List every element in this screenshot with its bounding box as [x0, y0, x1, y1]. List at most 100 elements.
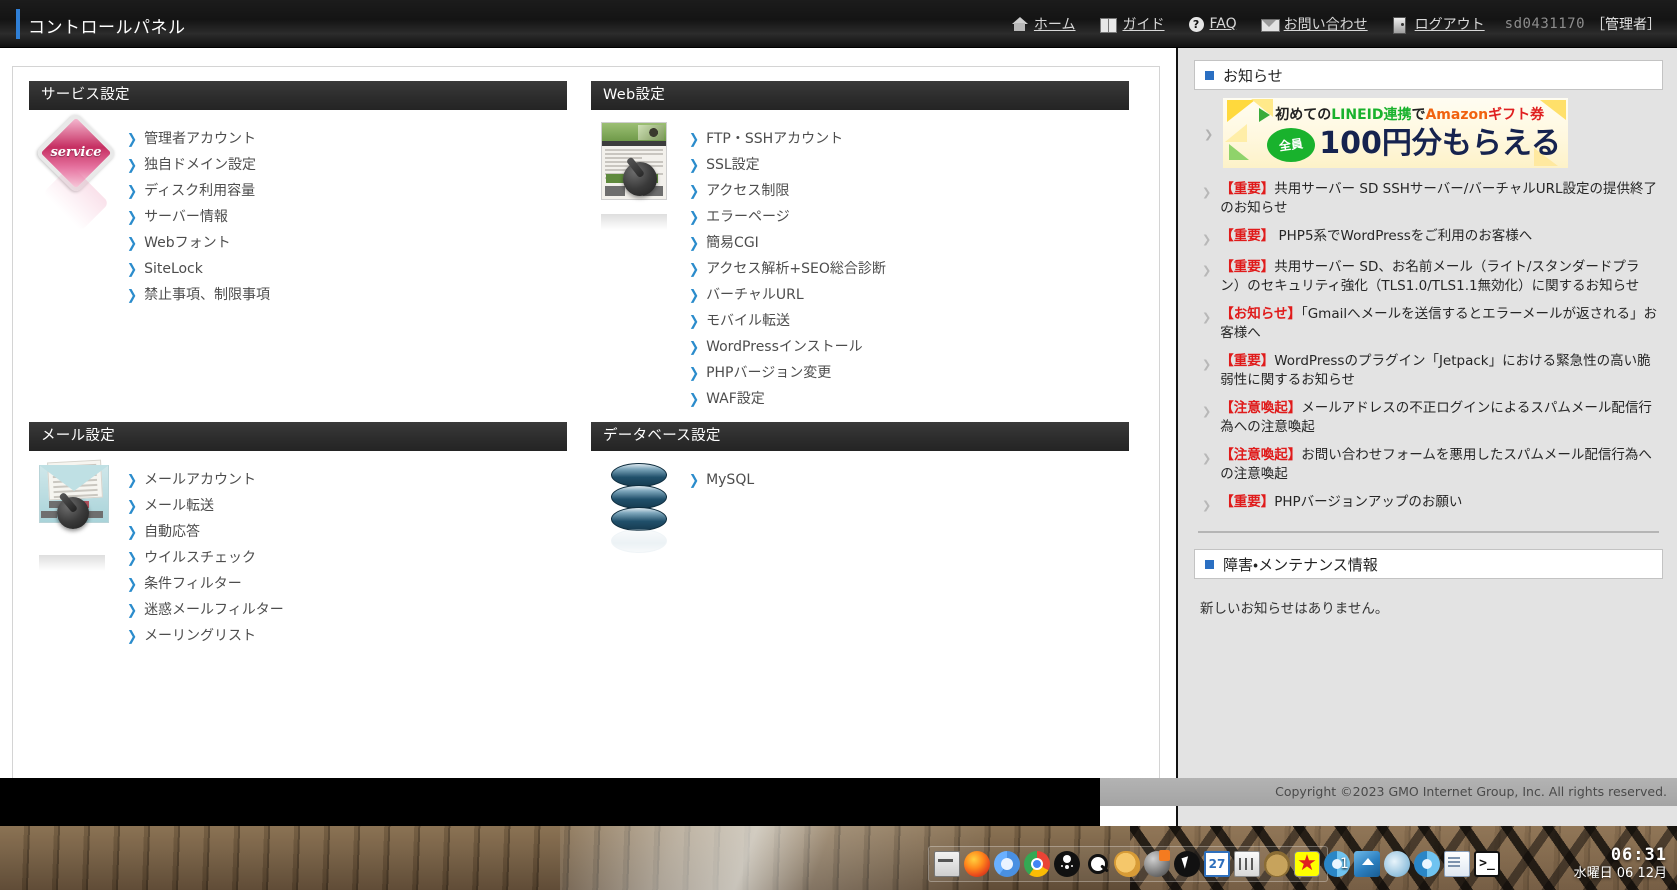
clock-time: 06:31: [1574, 845, 1667, 865]
link-mobile-forward[interactable]: ❯モバイル転送: [689, 308, 886, 334]
firefox-icon[interactable]: [964, 851, 990, 877]
link-label: モバイル転送: [706, 308, 790, 334]
link-label: 管理者アカウント: [144, 126, 256, 152]
news-item[interactable]: ❯【重要】共用サーバー SD SSHサーバー/バーチャルURL設定の提供終了のお…: [1198, 180, 1659, 218]
clock-date: 水曜日 06 12月: [1574, 865, 1667, 882]
shell-icon[interactable]: >_: [1474, 851, 1500, 877]
nav-link-guide[interactable]: ガイド: [1088, 14, 1177, 34]
link-mail-account[interactable]: ❯メールアカウント: [127, 467, 284, 493]
panel-body-web: ❯FTP・SSHアカウント ❯SSL設定 ❯アクセス制限 ❯エラーページ ❯簡易…: [591, 110, 1129, 412]
link-spam-filter[interactable]: ❯迷惑メールフィルター: [127, 597, 284, 623]
panel-body-database: ❯MySQL: [591, 451, 1129, 571]
link-own-domain[interactable]: ❯独自ドメイン設定: [127, 152, 270, 178]
chrome-icon[interactable]: [1024, 851, 1050, 877]
panel-title-database: データベース設定: [591, 422, 1129, 451]
link-label: 独自ドメイン設定: [144, 152, 256, 178]
copyright-bar: Copyright ©2023 GMO Internet Group, Inc.…: [1100, 778, 1677, 806]
link-prohibited[interactable]: ❯ 禁止事項、制限事項: [127, 282, 270, 308]
nav-label-guide: ガイド: [1123, 14, 1165, 34]
link-label: バーチャルURL: [706, 282, 804, 308]
volume-icon[interactable]: [1144, 851, 1170, 877]
news-item[interactable]: ❯【注意喚起】メールアドレスの不正ログインによるスパムメール配信行為への注意喚起: [1198, 399, 1659, 437]
taskbar-dock: 27 >_: [928, 846, 1328, 882]
link-disk-usage[interactable]: ❯ディスク利用容量: [127, 178, 270, 204]
chevron-right-icon: ❯: [1202, 402, 1211, 421]
nav-link-faq[interactable]: ? FAQ: [1177, 16, 1249, 32]
link-access-restriction[interactable]: ❯アクセス制限: [689, 178, 886, 204]
news-item[interactable]: ❯【重要】 PHP5系でWordPressをご利用のお客様へ: [1198, 227, 1659, 249]
panel-body-mail: ❯メールアカウント ❯メール転送 ❯自動応答 ❯ウイルスチェック ❯条件フィルタ…: [29, 451, 567, 649]
news-item[interactable]: ❯【重要】PHPバージョンアップのお願い: [1198, 493, 1659, 515]
link-condition-filter[interactable]: ❯条件フィルター: [127, 571, 284, 597]
news-item[interactable]: ❯【注意喚起】お問い合わせフォームを悪用したスパムメール配信行為への注意喚起: [1198, 446, 1659, 484]
blue-box-icon[interactable]: [1354, 851, 1380, 877]
news-item[interactable]: ❯【お知らせ】「Gmailへメールを送信するとエラーメールが返される」お客様へ: [1198, 305, 1659, 343]
link-auto-reply[interactable]: ❯自動応答: [127, 519, 284, 545]
globe-icon[interactable]: [1414, 851, 1440, 877]
calendar-icon[interactable]: 27: [1204, 851, 1230, 877]
news-item[interactable]: ❯【重要】WordPressのプラグイン「Jetpack」における緊急性の高い脆…: [1198, 352, 1659, 390]
maple-icon[interactable]: [1294, 851, 1320, 877]
banner-text-a: 初めての: [1275, 107, 1331, 123]
news-tag: 【お知らせ】: [1220, 306, 1301, 322]
chevron-right-icon: ❯: [1202, 496, 1211, 515]
link-server-info[interactable]: ❯サーバー情報: [127, 204, 270, 230]
link-analytics-seo[interactable]: ❯アクセス解析+SEO総合診断: [689, 256, 886, 282]
link-wordpress-install[interactable]: ❯WordPressインストール: [689, 334, 886, 360]
gimp-icon[interactable]: [1114, 851, 1140, 877]
workspace-indicator[interactable]: 1: [1340, 855, 1349, 873]
link-ftp-ssh[interactable]: ❯FTP・SSHアカウント: [689, 126, 886, 152]
chevron-right-icon: ❯: [1204, 128, 1213, 141]
chevron-right-icon: ❯: [1202, 261, 1211, 280]
chevron-right-icon: ❯: [1202, 308, 1211, 327]
link-label: ディスク利用容量: [144, 178, 255, 204]
terminal-icon[interactable]: [934, 851, 960, 877]
preferences-icon[interactable]: [1234, 851, 1260, 877]
link-admin-account[interactable]: ❯管理者アカウント: [127, 126, 270, 152]
link-mailing-list[interactable]: ❯メーリングリスト: [127, 623, 284, 649]
link-sitelock[interactable]: ❯SiteLock: [127, 256, 270, 282]
chevron-right-icon: ❯: [127, 280, 137, 310]
link-ssl[interactable]: ❯SSL設定: [689, 152, 886, 178]
link-simple-cgi[interactable]: ❯簡易CGI: [689, 230, 886, 256]
link-virus-check[interactable]: ❯ウイルスチェック: [127, 545, 284, 571]
link-php-version[interactable]: ❯PHPバージョン変更: [689, 360, 886, 386]
link-label: サーバー情報: [144, 204, 228, 230]
link-waf[interactable]: ❯WAF設定: [689, 386, 886, 412]
question-mark-icon: ?: [1189, 17, 1204, 32]
bug-icon[interactable]: [1264, 851, 1290, 877]
fish-icon[interactable]: [1384, 851, 1410, 877]
panel-title-web: Web設定: [591, 81, 1129, 110]
pointer-icon[interactable]: [1174, 851, 1200, 877]
nav-link-contact[interactable]: お問い合わせ: [1249, 14, 1380, 34]
chevron-right-icon: ❯: [127, 621, 137, 651]
accessibility-icon[interactable]: [1054, 851, 1080, 877]
page-title: コントロールパネル: [28, 13, 186, 38]
amazon-gift-banner[interactable]: 初めてのLINEID連携でAmazonギフト券 全員 100円分もらえる: [1223, 98, 1568, 168]
link-mysql[interactable]: ❯MySQL: [689, 467, 754, 493]
chromium-icon[interactable]: [994, 851, 1020, 877]
panel-mail: メール設定: [29, 422, 567, 649]
banner-bubble: 全員: [1267, 128, 1315, 162]
nav-link-logout[interactable]: ログアウト: [1380, 14, 1497, 34]
link-label: 禁止事項、制限事項: [144, 282, 270, 308]
link-webfont[interactable]: ❯Webフォント: [127, 230, 270, 256]
nav-link-home[interactable]: ホーム: [999, 14, 1088, 34]
link-mail-forward[interactable]: ❯メール転送: [127, 493, 284, 519]
banner-text-b: で: [1411, 107, 1425, 123]
mail-icon: [1261, 17, 1278, 32]
banner-bubble-text: 全員: [1278, 137, 1303, 152]
link-label: ウイルスチェック: [144, 545, 256, 571]
clock[interactable]: 06:31 水曜日 06 12月: [1574, 845, 1667, 882]
link-error-page[interactable]: ❯エラーページ: [689, 204, 886, 230]
search-icon[interactable]: [1084, 851, 1110, 877]
link-label: WordPressインストール: [706, 334, 863, 360]
link-label: 条件フィルター: [144, 571, 242, 597]
link-virtual-url[interactable]: ❯バーチャルURL: [689, 282, 886, 308]
link-label: 簡易CGI: [706, 230, 759, 256]
user-id: sd0431170: [1497, 16, 1585, 32]
document-icon[interactable]: [1444, 851, 1470, 877]
news-item[interactable]: ❯【重要】共用サーバー SD、お名前メール（ライト/スタンダードプラン）のセキュ…: [1198, 258, 1659, 296]
main-column: サービス設定 service ❯管理者アカウント ❯独自ドメイン設定: [0, 48, 1176, 826]
panel-body-service: service ❯管理者アカウント ❯独自ドメイン設定 ❯ディスク利用容量 ❯サ…: [29, 110, 567, 308]
